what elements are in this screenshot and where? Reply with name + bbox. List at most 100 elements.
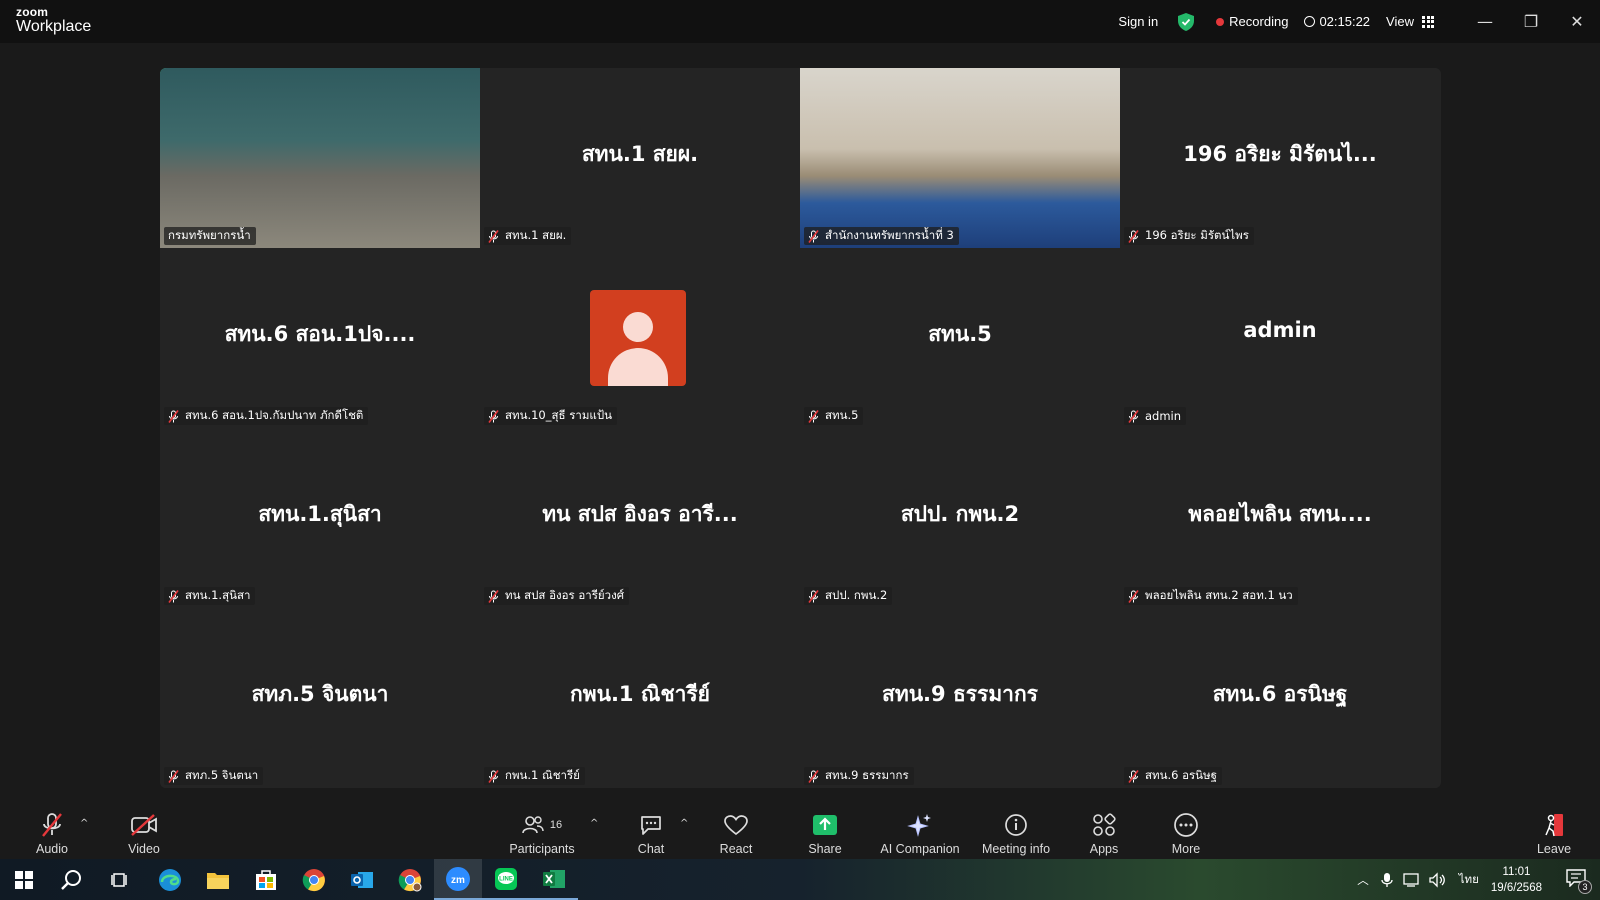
sign-in-button[interactable]: Sign in	[1118, 14, 1158, 29]
participants-button[interactable]: 16 Participants	[508, 800, 576, 859]
participant-tile[interactable]: 196 อริยะ มิรัตนไ... 196 อริยะ มิรัตน์ไพร	[1120, 68, 1440, 248]
volume-icon[interactable]	[1429, 871, 1447, 888]
participant-tile[interactable]: admin admin	[1120, 248, 1440, 428]
camera-off-icon	[131, 814, 157, 836]
taskbar-line[interactable]: LINE	[482, 859, 530, 900]
taskbar-file-explorer[interactable]	[194, 859, 242, 900]
zoom-app-icon: zm	[446, 866, 470, 891]
restore-button[interactable]: ❐	[1508, 0, 1554, 43]
participant-name-label: สทน.9 ธรรมากร	[804, 767, 914, 785]
leave-button[interactable]: Leave	[1534, 800, 1574, 859]
start-button[interactable]	[0, 859, 48, 900]
mic-muted-icon	[168, 769, 179, 783]
gallery-view: กรมทรัพยากรน้ำ สทน.1 สยผ. สทน.1 สยผ. สำนักง…	[160, 68, 1441, 788]
react-label: React	[719, 842, 753, 856]
info-icon	[1005, 814, 1027, 836]
view-label: View	[1386, 14, 1414, 29]
chat-options-caret[interactable]: ^	[680, 818, 688, 829]
taskbar-edge[interactable]	[146, 859, 194, 900]
participant-tile[interactable]: สทน.1.สุนิสา สทน.1.สุนิสา	[160, 428, 480, 608]
participant-name: สทน.6 สอน.1ปจ.กัมปนาท ภักดีโชติ	[185, 408, 364, 422]
participants-label: Participants	[509, 842, 575, 856]
apps-label: Apps	[1089, 842, 1119, 856]
chrome-icon	[302, 868, 325, 891]
participant-tile[interactable]: ทน สปส อิงอร อารี... ทน สปส อิงอร อารีย์ว…	[480, 428, 800, 608]
ai-companion-label: AI Companion	[880, 842, 960, 856]
participant-name: กพน.1 ณิชารีย์	[505, 768, 580, 782]
share-button[interactable]: Share	[802, 800, 848, 859]
mic-muted-icon	[1128, 769, 1139, 783]
react-button[interactable]: React	[712, 800, 760, 859]
taskbar-chrome[interactable]	[290, 859, 338, 900]
participant-tile[interactable]: สทน.9 ธรรมากร สทน.9 ธรรมากร	[800, 608, 1120, 788]
participants-options-caret[interactable]: ^	[590, 818, 598, 829]
participant-tile[interactable]: สทน.5 สทน.5	[800, 248, 1120, 428]
participant-name: สทน.5	[825, 408, 859, 422]
participant-name: สทน.6 อรนิษฐ	[1145, 768, 1217, 782]
chat-icon	[641, 816, 661, 835]
participant-tile[interactable]: สทน.6 สอน.1ปจ.... สทน.6 สอน.1ปจ.กัมปนาท ภ…	[160, 248, 480, 428]
participant-display-name: 196 อริยะ มิรัตนไ...	[1183, 142, 1377, 166]
ai-companion-button[interactable]: AI Companion	[876, 800, 964, 859]
participant-name: 196 อริยะ มิรัตน์ไพร	[1145, 228, 1249, 242]
line-app-icon: LINE	[495, 867, 517, 890]
search-button[interactable]	[48, 859, 96, 900]
participant-tile[interactable]: สทน.1 สยผ. สทน.1 สยผ.	[480, 68, 800, 248]
network-icon[interactable]	[1403, 872, 1421, 888]
participant-name: สทน.1.สุนิสา	[185, 588, 251, 602]
meeting-info-button[interactable]: Meeting info	[980, 800, 1052, 859]
mic-muted-icon	[808, 769, 819, 783]
participant-name: ทน สปส อิงอร อารีย์วงศ์	[505, 588, 625, 602]
task-view-button[interactable]	[96, 859, 144, 900]
participant-name-label: กพน.1 ณิชารีย์	[484, 767, 585, 785]
grid-view-icon	[1422, 15, 1434, 28]
apps-button[interactable]: Apps	[1082, 800, 1126, 859]
close-button[interactable]: ✕	[1554, 0, 1600, 43]
participant-tile[interactable]: สทน.6 อรนิษฐ สทน.6 อรนิษฐ	[1120, 608, 1440, 788]
tray-overflow-icon[interactable]: ︿	[1357, 872, 1369, 888]
audio-options-caret[interactable]: ^	[80, 818, 88, 829]
participant-name: สปป. กพน.2	[825, 588, 888, 602]
taskbar-clock[interactable]: 11:01 19/6/2568	[1491, 864, 1542, 896]
task-view-icon	[111, 872, 127, 887]
title-bar: zoom Workplace Sign in Recording 02:15:2…	[0, 0, 1600, 43]
taskbar-time: 11:01	[1502, 865, 1531, 878]
input-language[interactable]: ไทย	[1459, 871, 1479, 889]
minimize-button[interactable]: —	[1462, 0, 1508, 43]
more-button[interactable]: More	[1164, 800, 1208, 859]
audio-button[interactable]: Audio	[30, 800, 74, 859]
participant-display-name: สทน.5	[928, 322, 992, 346]
participant-tile[interactable]: สำนักงานทรัพยากรน้ำที่ 3	[800, 68, 1120, 248]
participant-tile[interactable]: กรมทรัพยากรน้ำ	[160, 68, 480, 248]
participant-tile[interactable]: สทภ.5 จินตนา สทภ.5 จินตนา	[160, 608, 480, 788]
notification-center[interactable]: 3	[1566, 869, 1592, 894]
participant-name: สทน.9 ธรรมากร	[825, 768, 909, 782]
participant-tile[interactable]: กพน.1 ณิชารีย์ กพน.1 ณิชารีย์	[480, 608, 800, 788]
participant-tile[interactable]: สทน.10_สุธี รามแป้น	[480, 248, 800, 428]
participant-display-name: admin	[1243, 318, 1317, 342]
tray-mic-icon[interactable]	[1381, 872, 1393, 888]
windows-icon	[15, 870, 33, 889]
mic-muted-icon	[808, 589, 819, 603]
shield-check-icon[interactable]	[1178, 12, 1195, 31]
video-button[interactable]: Video	[122, 800, 166, 859]
svg-text:zm: zm	[451, 875, 465, 886]
chat-button[interactable]: Chat	[630, 800, 672, 859]
recording-indicator[interactable]: Recording	[1216, 14, 1288, 29]
taskbar-outlook[interactable]	[338, 859, 386, 900]
taskbar-date: 19/6/2568	[1490, 881, 1542, 894]
participant-tile[interactable]: พลอยไพลิน สทน.... พลอยไพลิน สทน.2 สอท.1 น…	[1120, 428, 1440, 608]
view-button[interactable]: View	[1386, 14, 1434, 29]
taskbar-chrome-profile[interactable]	[386, 859, 434, 900]
participant-tile[interactable]: สปป. กพน.2 สปป. กพน.2	[800, 428, 1120, 608]
participant-display-name: พลอยไพลิน สทน....	[1188, 502, 1372, 526]
store-icon	[256, 869, 276, 890]
participant-name-label: สปป. กพน.2	[804, 587, 893, 605]
mic-muted-icon	[1128, 409, 1139, 423]
participant-name-label: พลอยไพลิน สทน.2 สอท.1 นว	[1124, 587, 1298, 605]
participant-display-name: สทน.6 สอน.1ปจ....	[224, 322, 416, 346]
taskbar-excel[interactable]	[530, 859, 578, 900]
taskbar-store[interactable]	[242, 859, 290, 900]
more-icon	[1174, 813, 1198, 837]
taskbar-zoom[interactable]: zm	[434, 859, 482, 900]
